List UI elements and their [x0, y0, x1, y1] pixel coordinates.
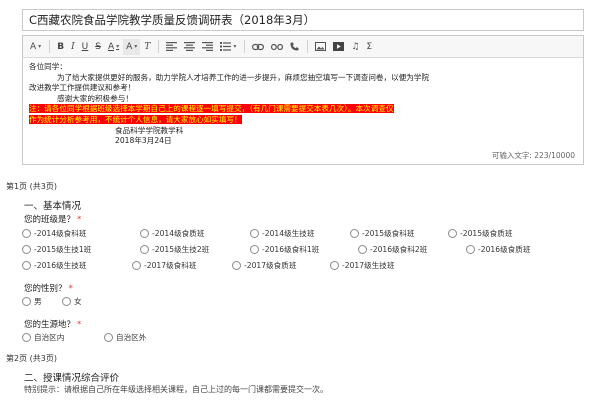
- class-options-row-2: -2015级生技1班 -2015级生技2班 -2016级食科1班 -2016级食…: [22, 244, 566, 255]
- required-mark: *: [68, 284, 73, 294]
- radio-button[interactable]: [466, 245, 475, 254]
- option-gender-male[interactable]: 男: [22, 296, 62, 307]
- section-2-title: 二、授课情况综合评价: [24, 373, 120, 384]
- option-class-2015-biotech-2[interactable]: -2015级生技2班: [140, 244, 250, 255]
- question-origin-label: 您的生源地？: [24, 320, 76, 330]
- toolbar-divider: [307, 40, 309, 53]
- option-class-2017-food-science[interactable]: -2017级食科班: [132, 260, 232, 271]
- option-class-2017-food-quality[interactable]: -2017级食质班: [232, 260, 330, 271]
- intro-paragraph-cont: 改进教学工作提供建议和参考！: [29, 83, 136, 93]
- radio-button[interactable]: [104, 333, 113, 342]
- origin-options-row: 自治区内 自治区外: [22, 332, 186, 343]
- page-2-label: 第2页 (共3页): [6, 354, 57, 363]
- link-icon[interactable]: [249, 39, 267, 55]
- section-2-note: 特别提示：请根据自己所在年级选择相关课程，自己上过的每一门课都需要提交一次。: [24, 385, 328, 394]
- image-icon[interactable]: [312, 39, 329, 55]
- phone-icon[interactable]: [287, 39, 302, 55]
- option-class-2016-food-quality[interactable]: -2016级食质班: [466, 244, 566, 255]
- option-origin-outside[interactable]: 自治区外: [104, 332, 186, 343]
- highlight-color-icon[interactable]: A: [123, 38, 141, 55]
- radio-button[interactable]: [140, 229, 149, 238]
- intro-paragraph: 为了给大家提供更好的服务，助力学院人才培养工作的进一步提升，麻烦您抽空填写一下调…: [57, 72, 430, 82]
- option-class-2017-biotech[interactable]: -2017级生技班: [330, 260, 430, 271]
- radio-button[interactable]: [140, 245, 149, 254]
- font-color-icon[interactable]: A: [105, 39, 122, 55]
- align-left-icon[interactable]: [163, 39, 180, 55]
- intro-greeting: 各位同学：: [29, 62, 67, 71]
- option-class-2014-food-science[interactable]: -2014级食科班: [22, 228, 140, 239]
- radio-button[interactable]: [22, 297, 31, 306]
- question-class-label: 您的班级是？: [24, 215, 76, 225]
- intro-date: 2018年3月24日: [115, 136, 172, 146]
- option-gender-female[interactable]: 女: [62, 296, 102, 307]
- option-class-2015-food-science[interactable]: -2015级食科班: [350, 228, 448, 239]
- toolbar-divider: [158, 40, 160, 53]
- class-options-row-1: -2014级食科班 -2014级食质班 -2014级生技班 -2015级食科班 …: [22, 228, 548, 239]
- radio-button[interactable]: [350, 229, 359, 238]
- option-class-2016-biotech[interactable]: -2016级生技班: [22, 260, 132, 271]
- page-1-label: 第1页 (共3页): [6, 182, 57, 191]
- required-mark: *: [77, 320, 82, 330]
- align-center-icon[interactable]: [181, 39, 198, 55]
- question-gender-label: 您的性别？: [24, 284, 67, 294]
- radio-button[interactable]: [22, 333, 31, 342]
- gender-options-row: 男 女: [22, 296, 102, 307]
- radio-button[interactable]: [22, 261, 31, 270]
- editor-content[interactable]: 各位同学： 为了给大家提供更好的服务，助力学院人才培养工作的进一步提升，麻烦您抽…: [23, 58, 583, 153]
- question-class: 您的班级是？ *: [24, 213, 81, 225]
- intro-signature: 食品科学学院教学科: [115, 125, 184, 135]
- option-class-2015-biotech-1[interactable]: -2015级生技1班: [22, 244, 140, 255]
- unlink-icon[interactable]: [268, 39, 286, 55]
- char-counter: 可输入文字: 223/10000: [491, 151, 575, 160]
- option-class-2015-food-quality[interactable]: -2015级食质班: [448, 228, 548, 239]
- bold-icon[interactable]: B: [54, 39, 67, 55]
- heading-dropdown-icon[interactable]: A: [27, 39, 44, 55]
- editor-toolbar: A B I U S A A T: [23, 36, 583, 58]
- toolbar-divider: [49, 40, 51, 53]
- intro-rich-text-editor[interactable]: A B I U S A A T: [22, 35, 584, 165]
- align-right-icon[interactable]: [199, 39, 216, 55]
- radio-button[interactable]: [132, 261, 141, 270]
- radio-button[interactable]: [250, 229, 259, 238]
- underline-icon[interactable]: U: [79, 39, 92, 55]
- class-options-row-3: -2016级生技班 -2017级食科班 -2017级食质班 -2017级生技班: [22, 260, 430, 271]
- section-1-title: 一、基本情况: [24, 201, 82, 212]
- radio-button[interactable]: [232, 261, 241, 270]
- intro-thanks: 感谢大家的积极参与！: [57, 93, 133, 103]
- radio-button[interactable]: [250, 245, 259, 254]
- option-class-2014-food-quality[interactable]: -2014级食质班: [140, 228, 250, 239]
- italic-icon[interactable]: I: [68, 39, 78, 55]
- option-class-2014-biotech[interactable]: -2014级生技班: [250, 228, 350, 239]
- radio-button[interactable]: [358, 245, 367, 254]
- formula-icon[interactable]: Σ: [363, 39, 375, 55]
- toolbar-divider: [244, 40, 246, 53]
- radio-button[interactable]: [62, 297, 71, 306]
- radio-button[interactable]: [448, 229, 457, 238]
- question-gender: 您的性别？ *: [24, 282, 73, 294]
- radio-button[interactable]: [22, 229, 31, 238]
- strikethrough-icon[interactable]: S: [92, 39, 104, 55]
- intro-note-highlight-cont: 作为统计分析参考用，不统计个人信息，请大家放心如实填写！: [29, 114, 242, 124]
- radio-button[interactable]: [330, 261, 339, 270]
- survey-title-input[interactable]: C西藏农院食品学院教学质量反馈调研表（2018年3月）: [22, 9, 584, 31]
- video-icon[interactable]: [330, 39, 347, 55]
- clear-format-icon[interactable]: T: [141, 39, 153, 55]
- music-icon[interactable]: ♫: [348, 39, 362, 55]
- intro-note-highlight: 注：请各位同学根据班级选择本学期自己上的课程逐一填写提交，（有几门课需要提交本表…: [29, 104, 394, 114]
- question-origin: 您的生源地？ *: [24, 318, 81, 330]
- list-icon[interactable]: [217, 39, 239, 55]
- option-class-2016-food-science-1[interactable]: -2016级食科1班: [250, 244, 358, 255]
- option-origin-inside[interactable]: 自治区内: [22, 332, 104, 343]
- radio-button[interactable]: [22, 245, 31, 254]
- option-class-2016-food-science-2[interactable]: -2016级食科2班: [358, 244, 466, 255]
- required-mark: *: [77, 215, 82, 225]
